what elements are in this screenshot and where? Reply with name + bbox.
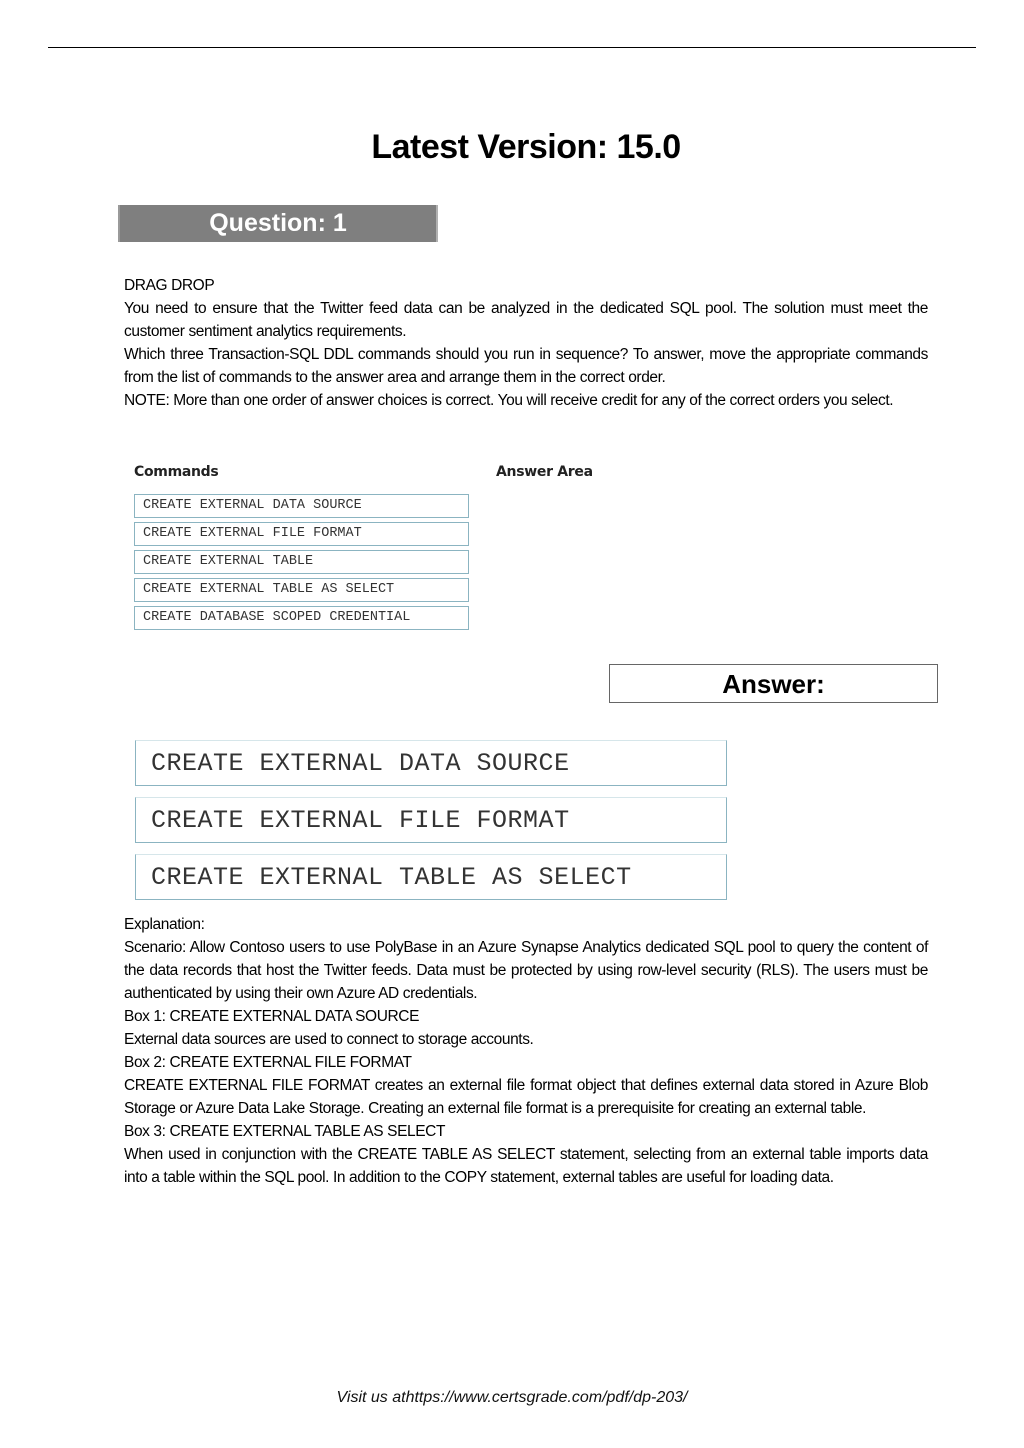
command-item[interactable]: CREATE DATABASE SCOPED CREDENTIAL — [134, 606, 469, 630]
question-text: DRAG DROP You need to ensure that the Tw… — [124, 274, 928, 412]
command-item[interactable]: CREATE EXTERNAL TABLE — [134, 550, 469, 574]
answer-label: Answer: — [722, 669, 825, 699]
footer-link[interactable]: Visit us athttps://www.certsgrade.com/pd… — [0, 1389, 1024, 1407]
explanation-scenario: Scenario: Allow Contoso users to use Pol… — [124, 939, 928, 1002]
command-item[interactable]: CREATE EXTERNAL FILE FORMAT — [134, 522, 469, 546]
question-number-banner: Question: 1 — [118, 205, 438, 242]
explanation-box-text: CREATE EXTERNAL FILE FORMAT creates an e… — [124, 1077, 928, 1117]
explanation-box-title: Box 1: CREATE EXTERNAL DATA SOURCE — [124, 1008, 420, 1025]
answer-item: CREATE EXTERNAL TABLE AS SELECT — [135, 854, 727, 900]
explanation-heading: Explanation: — [124, 916, 205, 933]
answer-label-box: Answer: — [609, 664, 938, 703]
commands-heading: Commands — [134, 464, 219, 480]
answer-item: CREATE EXTERNAL DATA SOURCE — [135, 740, 727, 786]
command-item[interactable]: CREATE EXTERNAL DATA SOURCE — [134, 494, 469, 518]
explanation-box-title: Box 2: CREATE EXTERNAL FILE FORMAT — [124, 1054, 412, 1071]
explanation-box-text: When used in conjunction with the CREATE… — [124, 1146, 928, 1186]
question-note: NOTE: More than one order of answer choi… — [124, 392, 894, 409]
explanation-box-title: Box 3: CREATE EXTERNAL TABLE AS SELECT — [124, 1123, 446, 1140]
header-rule — [48, 47, 976, 48]
answer-item: CREATE EXTERNAL FILE FORMAT — [135, 797, 727, 843]
explanation: Explanation: Scenario: Allow Contoso use… — [124, 913, 928, 1189]
answer-list: CREATE EXTERNAL DATA SOURCE CREATE EXTER… — [135, 740, 727, 911]
question-paragraph: You need to ensure that the Twitter feed… — [124, 300, 928, 340]
question-number-label: Question: 1 — [209, 209, 347, 237]
version-title: Latest Version: 15.0 — [371, 128, 681, 166]
commands-list: CREATE EXTERNAL DATA SOURCE CREATE EXTER… — [134, 494, 469, 634]
answer-area-heading: Answer Area — [496, 464, 593, 480]
explanation-box-text: External data sources are used to connec… — [124, 1031, 534, 1048]
command-item[interactable]: CREATE EXTERNAL TABLE AS SELECT — [134, 578, 469, 602]
question-type: DRAG DROP — [124, 277, 215, 294]
question-paragraph: Which three Transaction-SQL DDL commands… — [124, 346, 928, 386]
